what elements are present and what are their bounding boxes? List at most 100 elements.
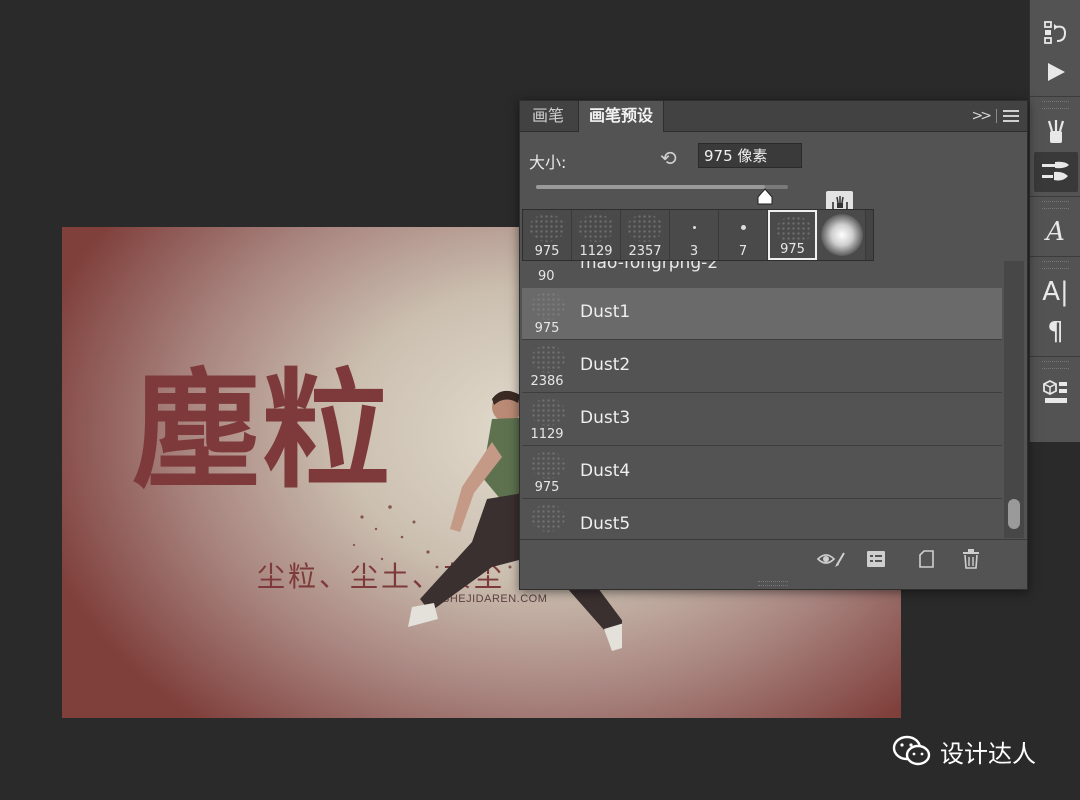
list-item[interactable]: 1129 Dust3 (522, 394, 1002, 446)
menu-icon (1003, 110, 1019, 112)
character-icon: A| (1042, 277, 1069, 307)
tab-brush-presets[interactable]: 画笔预设 (578, 101, 665, 132)
soft-round-brush-icon (821, 214, 863, 256)
dock-separator (1030, 256, 1080, 257)
trash-icon (963, 549, 979, 569)
preset-thumb[interactable]: 1129 (572, 210, 621, 260)
preset-thumb[interactable]: 2357 (621, 210, 670, 260)
dock-separator (1030, 96, 1080, 97)
brush-panel-button[interactable] (1030, 112, 1080, 152)
brush-preview-icon (817, 552, 845, 567)
preset-thumb[interactable]: 3 (670, 210, 719, 260)
round-brush-icon (693, 226, 696, 229)
preset-thumb[interactable] (817, 210, 866, 260)
delete-brush-button[interactable] (959, 548, 983, 570)
history-icon (1043, 21, 1066, 44)
panel-tab-bar: 画笔 画笔预设 >> (520, 101, 1027, 132)
brush-texture-icon (531, 504, 565, 532)
brush-texture-icon (578, 214, 614, 242)
preset-size: 975 (534, 244, 560, 259)
play-icon (1047, 63, 1065, 81)
brush-presets-icon (1042, 161, 1069, 181)
preset-thumb[interactable]: 975 (768, 210, 817, 260)
list-item[interactable]: 975 Dust1 (522, 288, 1002, 340)
size-control: 大小: ⟲ (520, 132, 1027, 216)
panel-footer (520, 539, 1027, 586)
panel-menu-button[interactable] (1003, 110, 1019, 125)
preset-thumb[interactable]: 7 (719, 210, 768, 260)
panel-collapse-button[interactable]: >> (972, 101, 993, 131)
character-panel-button[interactable]: A| (1030, 272, 1080, 312)
dock-separator (1030, 196, 1080, 197)
paragraph-panel-button[interactable]: ¶ (1030, 312, 1080, 352)
brush-size: 2386 (530, 374, 564, 389)
history-panel-button[interactable] (1030, 12, 1080, 52)
new-brush-button[interactable] (914, 548, 938, 570)
preset-size: 3 (689, 244, 699, 259)
brush-texture-icon (776, 216, 812, 244)
brush-name: mao-fongrpng-2 (580, 261, 719, 273)
panel-resize-grip[interactable] (758, 581, 788, 586)
3d-cube-icon (1042, 379, 1067, 403)
brush-size: 1129 (530, 427, 564, 442)
dock-grip[interactable] (1042, 101, 1069, 109)
list-item[interactable]: 2386 Dust2 (522, 341, 1002, 393)
brush-name: Dust4 (580, 461, 631, 481)
brush-texture-icon (531, 398, 565, 426)
reset-size-icon[interactable]: ⟲ (660, 146, 677, 170)
dock-grip[interactable] (1042, 361, 1069, 369)
brush-size: 90 (538, 269, 555, 284)
paragraph-icon: ¶ (1047, 317, 1064, 347)
wechat-icon (892, 735, 931, 766)
list-item[interactable]: Dust5 (522, 500, 1002, 538)
brush-name: Dust2 (580, 355, 631, 375)
list-item[interactable]: 975 Dust4 (522, 447, 1002, 499)
brush-texture-icon (627, 214, 663, 242)
size-label: 大小: (529, 153, 567, 172)
brush-size: 975 (534, 321, 560, 336)
brush-size: 975 (534, 480, 560, 495)
brush-name: Dust3 (580, 408, 631, 428)
watermark: 设计达人 (892, 733, 1036, 769)
brush-texture-icon (531, 451, 565, 479)
brush-preset-list: 90 mao-fongrpng-2 975 Dust1 2386 Dust2 1129 D… (522, 261, 1002, 538)
brush-thumbnail (526, 502, 572, 538)
preset-manager-icon (867, 551, 885, 567)
list-scrollbar[interactable] (1004, 261, 1024, 538)
preset-thumb[interactable]: 975 (523, 210, 572, 260)
new-item-icon (919, 550, 934, 568)
brushes-icon (1047, 120, 1064, 143)
dock-grip[interactable] (1042, 201, 1069, 209)
glyphs-icon: A (1046, 217, 1065, 247)
dock-grip[interactable] (1042, 261, 1069, 269)
3d-panel-button[interactable] (1030, 372, 1080, 412)
size-slider-fill (536, 185, 766, 189)
size-slider-track[interactable] (536, 185, 788, 189)
brush-texture-icon (531, 292, 565, 320)
recent-brush-strip: 975 1129 2357 3 7 975 (522, 209, 874, 261)
brush-texture-icon (529, 214, 565, 242)
dock-separator (1030, 356, 1080, 357)
brush-texture-icon (531, 345, 565, 373)
preset-size: 7 (738, 244, 748, 259)
preset-size: 2357 (628, 244, 662, 259)
brush-name: Dust1 (580, 302, 631, 322)
panel-header-divider (996, 109, 997, 123)
scrollbar-thumb[interactable] (1008, 499, 1020, 529)
brush-presets-panel: 画笔 画笔预设 >> 大小: ⟲ 975 1129 2357 3 7 975 (519, 100, 1028, 590)
toggle-brush-preview-button[interactable] (816, 548, 848, 570)
size-input[interactable] (698, 143, 802, 168)
actions-panel-button[interactable] (1030, 52, 1080, 92)
preset-size: 975 (780, 242, 805, 257)
brush-presets-panel-button[interactable] (1034, 152, 1078, 192)
size-slider-thumb[interactable] (756, 188, 774, 206)
watermark-label: 设计达人 (940, 739, 1036, 768)
round-brush-icon (741, 225, 746, 230)
open-preset-manager-button[interactable] (864, 548, 888, 570)
tab-brush[interactable]: 画笔 (522, 101, 574, 131)
brush-name: Dust5 (580, 514, 631, 534)
right-dock: A A| ¶ (1029, 0, 1080, 442)
list-item-clipped[interactable]: 90 mao-fongrpng-2 (522, 261, 1002, 288)
preset-size: 1129 (579, 244, 613, 259)
glyphs-panel-button[interactable]: A (1030, 212, 1080, 252)
